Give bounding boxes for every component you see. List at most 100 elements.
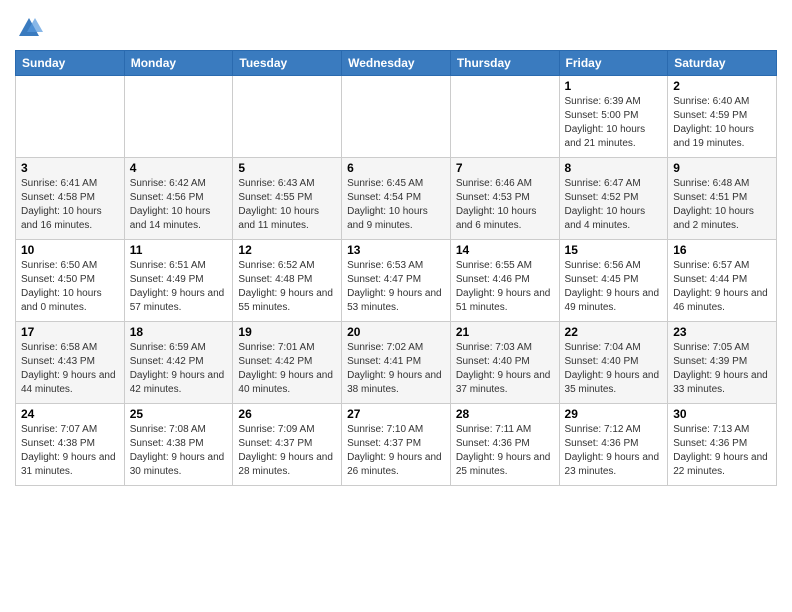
day-number: 5 [238,161,336,175]
day-info: Sunrise: 6:57 AMSunset: 4:44 PMDaylight:… [673,259,771,315]
day-number: 3 [21,161,119,175]
day-info: Sunrise: 7:04 AMSunset: 4:40 PMDaylight:… [565,341,663,397]
day-info: Sunrise: 6:46 AMSunset: 4:53 PMDaylight:… [456,177,554,233]
weekday-friday: Friday [559,51,668,76]
day-number: 1 [565,79,663,93]
day-number: 22 [565,325,663,339]
logo-icon [15,14,43,42]
weekday-wednesday: Wednesday [342,51,451,76]
week-row-2: 3Sunrise: 6:41 AMSunset: 4:58 PMDaylight… [16,158,777,240]
day-cell [233,76,342,158]
day-cell: 8Sunrise: 6:47 AMSunset: 4:52 PMDaylight… [559,158,668,240]
day-number: 30 [673,407,771,421]
day-number: 23 [673,325,771,339]
day-number: 15 [565,243,663,257]
day-cell [16,76,125,158]
day-number: 27 [347,407,445,421]
day-info: Sunrise: 7:07 AMSunset: 4:38 PMDaylight:… [21,423,119,479]
day-cell: 13 Sunrise: 6:53 AMSunset: 4:47 PMDayligh… [342,240,451,322]
day-cell: 4 Sunrise: 6:42 AMSunset: 4:56 PMDaylight… [124,158,233,240]
day-info: Sunrise: 7:09 AMSunset: 4:37 PMDaylight:… [238,423,336,479]
day-info: Sunrise: 6:55 AMSunset: 4:46 PMDaylight:… [456,259,554,315]
day-info: Sunrise: 7:05 AMSunset: 4:39 PMDaylight:… [673,341,771,397]
day-cell [450,76,559,158]
day-info: Sunrise: 6:47 AMSunset: 4:52 PMDaylight:… [565,177,663,233]
week-row-4: 17 Sunrise: 6:58 AMSunset: 4:43 PMDayligh… [16,322,777,404]
day-number: 20 [347,325,445,339]
day-cell [124,76,233,158]
day-cell: 28 Sunrise: 7:11 AMSunset: 4:36 PMDayligh… [450,404,559,486]
page: SundayMondayTuesdayWednesdayThursdayFrid… [0,0,792,496]
day-number: 4 [130,161,228,175]
day-number: 9 [673,161,771,175]
day-number: 21 [456,325,554,339]
day-info: Sunrise: 6:39 AMSunset: 5:00 PMDaylight:… [565,95,663,151]
day-info: Sunrise: 7:12 AMSunset: 4:36 PMDaylight:… [565,423,663,479]
day-number: 7 [456,161,554,175]
logo [15,14,45,42]
day-number: 19 [238,325,336,339]
day-cell: 14Sunrise: 6:55 AMSunset: 4:46 PMDayligh… [450,240,559,322]
day-cell: 23 Sunrise: 7:05 AMSunset: 4:39 PMDayligh… [668,322,777,404]
day-info: Sunrise: 6:48 AMSunset: 4:51 PMDaylight:… [673,177,771,233]
day-cell: 21Sunrise: 7:03 AMSunset: 4:40 PMDayligh… [450,322,559,404]
day-cell: 15 Sunrise: 6:56 AMSunset: 4:45 PMDayligh… [559,240,668,322]
day-number: 11 [130,243,228,257]
week-row-5: 24 Sunrise: 7:07 AMSunset: 4:38 PMDayligh… [16,404,777,486]
weekday-thursday: Thursday [450,51,559,76]
day-cell: 17 Sunrise: 6:58 AMSunset: 4:43 PMDayligh… [16,322,125,404]
day-number: 26 [238,407,336,421]
day-cell: 16 Sunrise: 6:57 AMSunset: 4:44 PMDayligh… [668,240,777,322]
day-cell: 10 Sunrise: 6:50 AMSunset: 4:50 PMDayligh… [16,240,125,322]
day-info: Sunrise: 6:50 AMSunset: 4:50 PMDaylight:… [21,259,119,315]
day-cell: 6 Sunrise: 6:45 AMSunset: 4:54 PMDaylight… [342,158,451,240]
day-cell: 12Sunrise: 6:52 AMSunset: 4:48 PMDayligh… [233,240,342,322]
day-number: 18 [130,325,228,339]
day-cell: 24 Sunrise: 7:07 AMSunset: 4:38 PMDayligh… [16,404,125,486]
day-number: 24 [21,407,119,421]
day-number: 6 [347,161,445,175]
day-cell: 1 Sunrise: 6:39 AMSunset: 5:00 PMDaylight… [559,76,668,158]
weekday-tuesday: Tuesday [233,51,342,76]
day-number: 25 [130,407,228,421]
day-cell: 19 Sunrise: 7:01 AMSunset: 4:42 PMDayligh… [233,322,342,404]
day-cell: 27Sunrise: 7:10 AMSunset: 4:37 PMDayligh… [342,404,451,486]
day-number: 16 [673,243,771,257]
day-info: Sunrise: 7:01 AMSunset: 4:42 PMDaylight:… [238,341,336,397]
day-number: 29 [565,407,663,421]
day-info: Sunrise: 6:40 AMSunset: 4:59 PMDaylight:… [673,95,771,151]
day-cell: 22 Sunrise: 7:04 AMSunset: 4:40 PMDayligh… [559,322,668,404]
day-info: Sunrise: 6:45 AMSunset: 4:54 PMDaylight:… [347,177,445,233]
day-cell: 5 Sunrise: 6:43 AMSunset: 4:55 PMDaylight… [233,158,342,240]
weekday-header-row: SundayMondayTuesdayWednesdayThursdayFrid… [16,51,777,76]
day-cell: 2 Sunrise: 6:40 AMSunset: 4:59 PMDaylight… [668,76,777,158]
day-cell: 11 Sunrise: 6:51 AMSunset: 4:49 PMDayligh… [124,240,233,322]
day-cell: 3Sunrise: 6:41 AMSunset: 4:58 PMDaylight… [16,158,125,240]
day-cell: 20 Sunrise: 7:02 AMSunset: 4:41 PMDayligh… [342,322,451,404]
day-cell: 26 Sunrise: 7:09 AMSunset: 4:37 PMDayligh… [233,404,342,486]
weekday-sunday: Sunday [16,51,125,76]
day-info: Sunrise: 6:42 AMSunset: 4:56 PMDaylight:… [130,177,228,233]
day-number: 13 [347,243,445,257]
day-info: Sunrise: 6:56 AMSunset: 4:45 PMDaylight:… [565,259,663,315]
day-cell: 30Sunrise: 7:13 AMSunset: 4:36 PMDayligh… [668,404,777,486]
day-number: 28 [456,407,554,421]
day-cell: 29 Sunrise: 7:12 AMSunset: 4:36 PMDayligh… [559,404,668,486]
day-info: Sunrise: 6:43 AMSunset: 4:55 PMDaylight:… [238,177,336,233]
day-info: Sunrise: 7:08 AMSunset: 4:38 PMDaylight:… [130,423,228,479]
day-info: Sunrise: 7:11 AMSunset: 4:36 PMDaylight:… [456,423,554,479]
calendar-table: SundayMondayTuesdayWednesdayThursdayFrid… [15,50,777,486]
week-row-3: 10 Sunrise: 6:50 AMSunset: 4:50 PMDayligh… [16,240,777,322]
day-cell: 25 Sunrise: 7:08 AMSunset: 4:38 PMDayligh… [124,404,233,486]
day-number: 17 [21,325,119,339]
day-info: Sunrise: 6:52 AMSunset: 4:48 PMDaylight:… [238,259,336,315]
weekday-monday: Monday [124,51,233,76]
day-cell: 9 Sunrise: 6:48 AMSunset: 4:51 PMDaylight… [668,158,777,240]
day-number: 2 [673,79,771,93]
day-info: Sunrise: 6:51 AMSunset: 4:49 PMDaylight:… [130,259,228,315]
day-info: Sunrise: 6:59 AMSunset: 4:42 PMDaylight:… [130,341,228,397]
day-number: 10 [21,243,119,257]
day-info: Sunrise: 6:53 AMSunset: 4:47 PMDaylight:… [347,259,445,315]
day-info: Sunrise: 6:58 AMSunset: 4:43 PMDaylight:… [21,341,119,397]
day-info: Sunrise: 7:02 AMSunset: 4:41 PMDaylight:… [347,341,445,397]
